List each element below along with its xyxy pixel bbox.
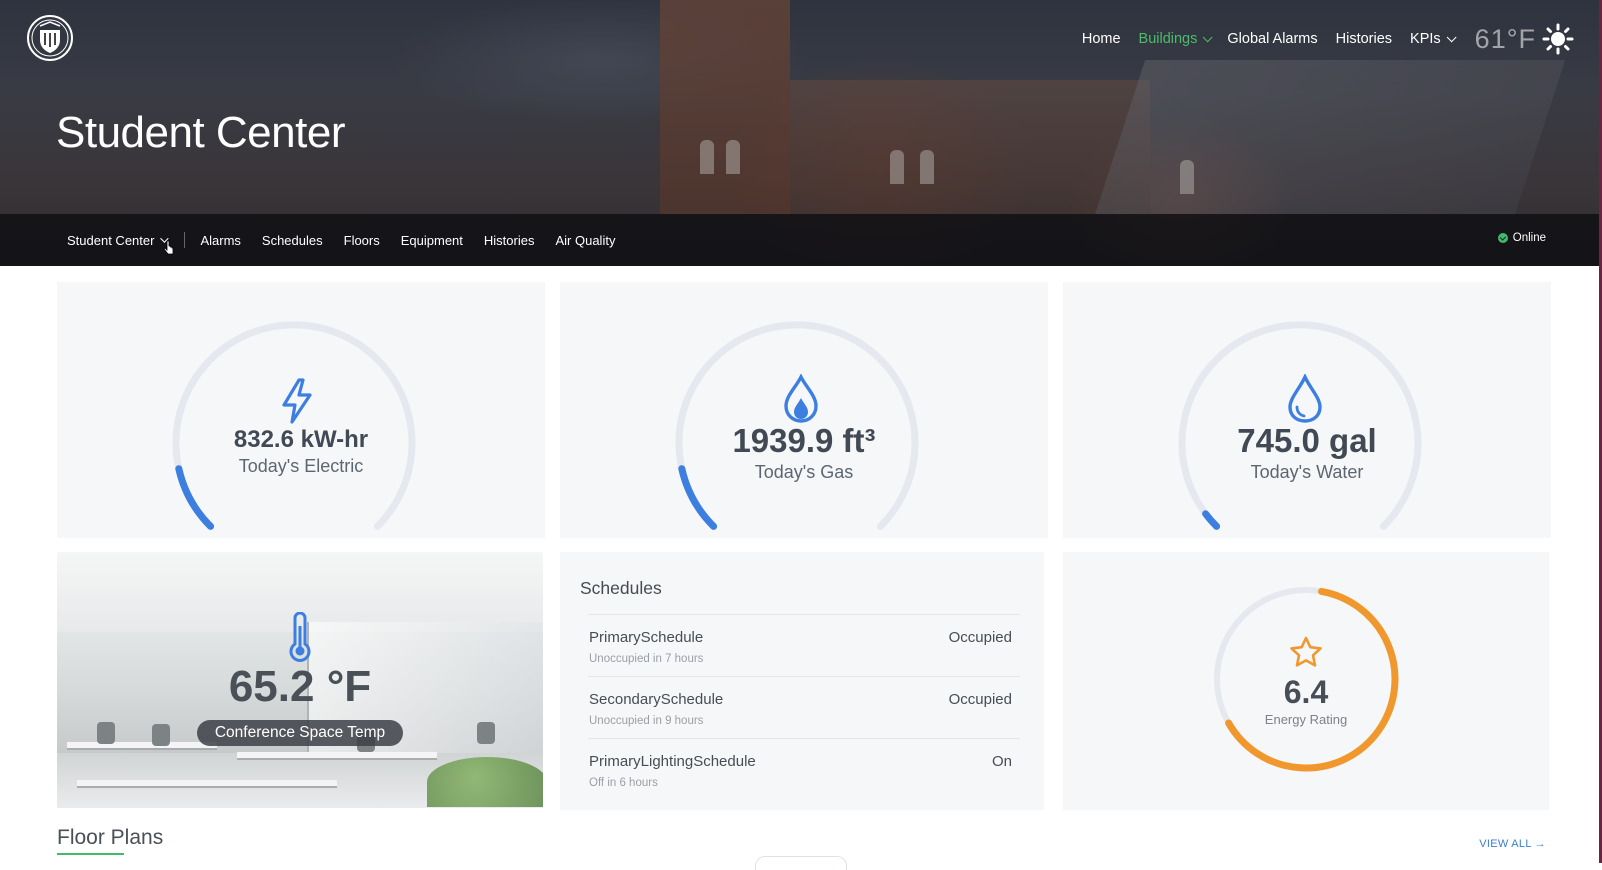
subnav-schedules[interactable]: Schedules xyxy=(262,233,323,248)
subnav-histories[interactable]: Histories xyxy=(484,233,535,248)
schedule-status: Occupied xyxy=(948,629,1012,646)
floor-plans-underline xyxy=(57,853,124,855)
energy-rating-card[interactable]: 6.4 Energy Rating xyxy=(1063,552,1549,810)
water-drop-icon xyxy=(1288,374,1322,423)
temperature-label: Conference Space Temp xyxy=(197,720,403,746)
schedule-subtext: Off in 6 hours xyxy=(589,777,658,789)
energy-rating-value: 6.4 xyxy=(1283,674,1329,710)
schedule-row[interactable]: PrimarySchedule Unoccupied in 7 hours Oc… xyxy=(588,614,1020,676)
water-label: Today's Water xyxy=(1250,462,1364,482)
check-circle-icon xyxy=(1497,233,1508,243)
floor-plan-preview-tab xyxy=(755,856,847,870)
schedule-status: On xyxy=(991,753,1012,770)
chevron-down-icon xyxy=(1203,31,1213,42)
subnav-alarms[interactable]: Alarms xyxy=(200,233,240,248)
chevron-down-icon xyxy=(1446,31,1457,42)
building-subnav: Student Center Alarms Schedules Floors E… xyxy=(0,214,1602,266)
mouse-cursor-icon xyxy=(163,240,174,255)
hero-banner: Home Buildings Global Alarms Histories K… xyxy=(0,0,1602,266)
lightning-bolt-icon xyxy=(282,378,312,424)
conference-temp-card[interactable]: 65.2 °F Conference Space Temp xyxy=(57,552,543,808)
nav-buildings[interactable]: Buildings xyxy=(1139,31,1213,47)
temperature-value: 65.2 °F xyxy=(228,662,372,711)
flame-icon xyxy=(784,374,818,423)
energy-rating-label: Energy Rating xyxy=(1264,712,1348,727)
status-badge: Online xyxy=(1497,232,1546,244)
thermometer-icon xyxy=(289,612,311,662)
nav-kpis[interactable]: KPIs xyxy=(1410,31,1457,47)
sun-icon xyxy=(1542,23,1574,55)
nav-global-alarms[interactable]: Global Alarms xyxy=(1227,31,1317,47)
subnav-divider xyxy=(184,232,186,248)
water-value: 745.0 gal xyxy=(1237,422,1377,459)
schedule-name: PrimarySchedule xyxy=(589,629,704,646)
subnav-air-quality[interactable]: Air Quality xyxy=(555,233,615,248)
gas-label: Today's Gas xyxy=(754,462,854,482)
water-gauge-card[interactable]: 745.0 gal Today's Water xyxy=(1063,282,1551,538)
weather-temperature: 61°F xyxy=(1474,23,1536,54)
schedule-row[interactable]: SecondarySchedule Unoccupied in 9 hours … xyxy=(588,676,1020,738)
university-crest-icon[interactable] xyxy=(26,14,74,62)
schedule-row[interactable]: PrimaryLightingSchedule Off in 6 hours O… xyxy=(588,738,1020,800)
building-select-dropdown[interactable]: Student Center xyxy=(67,233,170,248)
status-text: Online xyxy=(1512,232,1546,244)
nav-histories[interactable]: Histories xyxy=(1336,31,1392,47)
main-nav: Home Buildings Global Alarms Histories K… xyxy=(1064,23,1574,55)
electric-gauge-card[interactable]: 832.6 kW-hr Today's Electric xyxy=(57,282,545,538)
page-title: Student Center xyxy=(56,108,345,157)
schedule-subtext: Unoccupied in 7 hours xyxy=(589,653,704,665)
view-all-link[interactable]: VIEW ALL → xyxy=(1479,838,1546,850)
subnav-equipment[interactable]: Equipment xyxy=(401,233,463,248)
schedule-name: SecondarySchedule xyxy=(589,691,724,708)
schedules-title: Schedules xyxy=(580,578,662,598)
electric-value: 832.6 kW-hr xyxy=(233,426,369,453)
gas-value: 1939.9 ft³ xyxy=(732,422,876,459)
star-icon xyxy=(1290,636,1322,667)
gas-gauge-card[interactable]: 1939.9 ft³ Today's Gas xyxy=(560,282,1048,538)
floor-plans-title: Floor Plans xyxy=(57,826,164,849)
subnav-floors[interactable]: Floors xyxy=(344,233,380,248)
electric-label: Today's Electric xyxy=(238,456,364,476)
nav-home[interactable]: Home xyxy=(1082,31,1121,47)
schedule-subtext: Unoccupied in 9 hours xyxy=(589,715,704,727)
schedules-card: Schedules PrimarySchedule Unoccupied in … xyxy=(560,552,1044,810)
schedule-name: PrimaryLightingSchedule xyxy=(589,753,756,770)
schedule-status: Occupied xyxy=(948,691,1012,708)
